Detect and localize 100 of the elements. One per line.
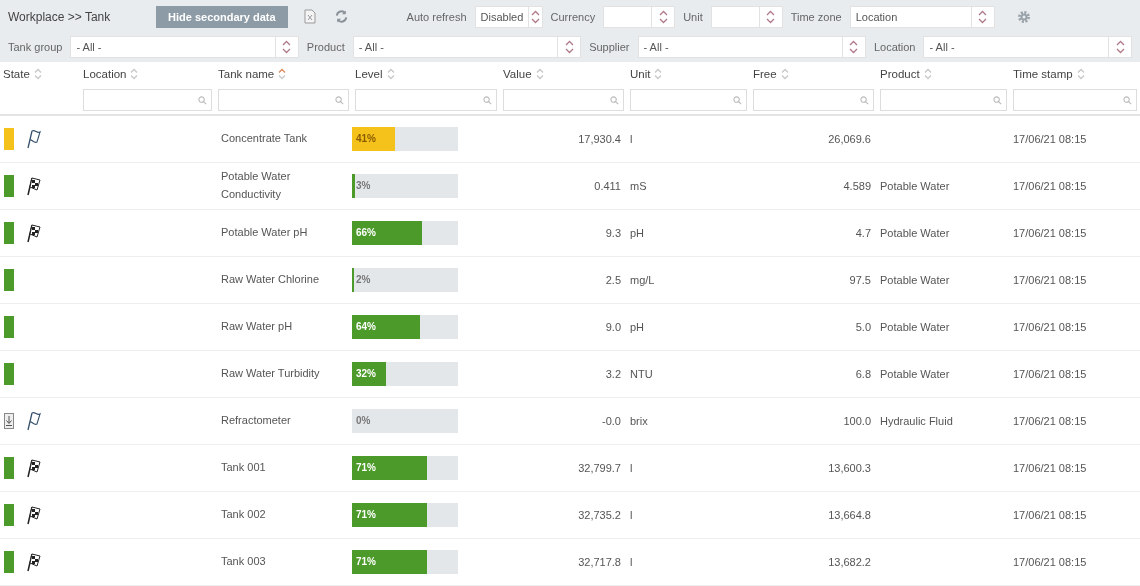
value-cell: -0.0	[602, 415, 621, 427]
spinner-icon[interactable]	[849, 39, 859, 54]
sort-icon[interactable]	[535, 68, 544, 80]
product-cell: Hydraulic Fluid	[880, 415, 953, 427]
column-header[interactable]: Tank name	[218, 68, 275, 80]
column-header[interactable]: Value	[503, 68, 532, 80]
search-icon	[993, 95, 1002, 105]
tank-name: Refractometer	[220, 413, 292, 429]
spinner-icon[interactable]	[1115, 39, 1125, 54]
tank-name: Tank 003	[220, 554, 267, 570]
currency-select[interactable]	[603, 5, 676, 28]
value-cell: 9.3	[605, 227, 621, 239]
value-cell: 3.2	[605, 368, 621, 380]
sort-icon[interactable]	[130, 68, 139, 80]
level-percent: 64%	[356, 321, 376, 332]
filter-label: Product	[306, 40, 345, 53]
filter-select[interactable]: - All -	[637, 35, 866, 58]
free-cell: 97.5	[849, 274, 871, 286]
column-header[interactable]: Free	[753, 68, 777, 80]
sort-icon[interactable]	[1076, 68, 1085, 80]
auto-refresh-select[interactable]: Disabled	[474, 5, 543, 28]
filter-field[interactable]	[1013, 89, 1137, 111]
time-stamp-cell: 17/06/21 08:15	[1013, 462, 1087, 474]
sort-icon[interactable]	[386, 68, 395, 80]
unit-cell: l	[630, 509, 633, 521]
spinner-icon[interactable]	[564, 39, 574, 54]
column-header[interactable]: Unit	[630, 68, 651, 80]
unit-cell: l	[630, 462, 633, 474]
column-header[interactable]: State	[3, 68, 30, 80]
column-header[interactable]: Product	[880, 68, 920, 80]
search-icon	[1123, 95, 1132, 105]
column-header[interactable]: Level	[355, 68, 383, 80]
level-percent: 41%	[356, 133, 376, 144]
value-cell: 32,735.2	[578, 509, 621, 521]
column-header[interactable]: Time stamp	[1013, 68, 1073, 80]
spinner-icon[interactable]	[766, 9, 776, 24]
free-cell: 100.0	[843, 415, 871, 427]
unit-cell: mS	[630, 180, 647, 192]
unit-label: Unit	[683, 10, 703, 23]
filter-select[interactable]: - All -	[352, 35, 582, 58]
free-cell: 5.0	[855, 321, 871, 333]
time-stamp-cell: 17/06/21 08:15	[1013, 321, 1087, 333]
time-stamp-cell: 17/06/21 08:15	[1013, 227, 1087, 239]
filter-field[interactable]	[218, 89, 349, 111]
breadcrumb[interactable]: Workplace >> Tank	[8, 9, 148, 24]
level-percent: 32%	[356, 368, 376, 379]
tank-name: Potable Water Conductivity	[220, 169, 292, 202]
filter-select[interactable]: - All -	[70, 35, 299, 58]
time-zone-select[interactable]: Location	[849, 5, 995, 28]
search-icon	[483, 95, 492, 105]
tank-name: Raw Water Chlorine	[220, 272, 320, 288]
unit-cell: pH	[630, 321, 645, 333]
product-cell: Potable Water	[880, 321, 950, 333]
filter-field[interactable]	[83, 89, 212, 111]
value-cell: 32,799.7	[578, 462, 621, 474]
free-cell: 13,664.8	[828, 509, 871, 521]
tank-name: Tank 001	[220, 460, 267, 476]
level-percent: 71%	[356, 509, 376, 520]
spinner-icon[interactable]	[282, 39, 292, 54]
sort-icon[interactable]	[33, 68, 42, 80]
sort-icon[interactable]	[780, 68, 789, 80]
tank-name: Tank 002	[220, 507, 267, 523]
filter-field[interactable]	[503, 89, 624, 111]
time-stamp-cell: 17/06/21 08:15	[1013, 415, 1087, 427]
time-stamp-cell: 17/06/21 08:15	[1013, 274, 1087, 286]
sort-icon[interactable]	[654, 68, 663, 80]
column-header[interactable]: Location	[83, 68, 127, 80]
level-percent: 2%	[356, 274, 371, 285]
unit-select[interactable]	[710, 5, 783, 28]
spinner-icon[interactable]	[530, 9, 540, 24]
spinner-icon[interactable]	[978, 9, 988, 24]
time-stamp-cell: 17/06/21 08:15	[1013, 556, 1087, 568]
product-cell: Potable Water	[880, 274, 950, 286]
tank-name: Potable Water pH	[220, 225, 309, 241]
sort-icon[interactable]	[923, 68, 932, 80]
free-cell: 4.589	[843, 180, 871, 192]
filter-select[interactable]: - All -	[923, 35, 1132, 58]
filter-label: Tank group	[8, 40, 63, 53]
search-icon	[860, 95, 869, 105]
filter-field[interactable]	[355, 89, 497, 111]
level-percent: 71%	[356, 462, 376, 473]
value-cell: 17,930.4	[578, 133, 621, 145]
search-icon	[733, 95, 742, 105]
free-cell: 6.8	[855, 368, 871, 380]
settings-icon[interactable]	[1016, 9, 1031, 24]
auto-refresh-label: Auto refresh	[406, 10, 467, 23]
unit-cell: l	[630, 556, 633, 568]
filter-field[interactable]	[753, 89, 874, 111]
level-percent: 66%	[356, 227, 376, 238]
filter-field[interactable]	[880, 89, 1007, 111]
refresh-icon[interactable]	[333, 9, 349, 24]
free-cell: 26,069.6	[828, 133, 871, 145]
filter-field[interactable]	[630, 89, 747, 111]
sort-icon[interactable]	[278, 68, 287, 80]
product-cell: Potable Water	[880, 227, 950, 239]
unit-cell: l	[630, 133, 633, 145]
export-icon[interactable]	[303, 9, 316, 24]
spinner-icon[interactable]	[658, 9, 668, 24]
tank-name: Concentrate Tank	[220, 131, 309, 147]
level-percent: 3%	[356, 180, 371, 191]
